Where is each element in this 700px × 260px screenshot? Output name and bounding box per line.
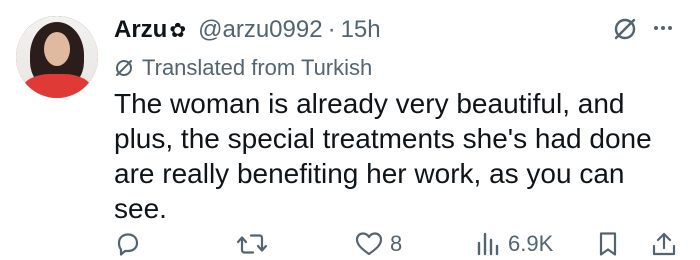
retweet-icon xyxy=(236,234,268,254)
timestamp[interactable]: 15h xyxy=(341,16,381,44)
reply-icon xyxy=(117,233,139,256)
views-button[interactable]: 6.9K xyxy=(474,228,553,260)
action-bar: 8 6.9K xyxy=(0,228,700,260)
grok-icon[interactable] xyxy=(612,16,638,42)
reply-button[interactable] xyxy=(114,228,142,260)
like-count: 8 xyxy=(390,231,403,256)
retweet-button[interactable] xyxy=(236,228,268,260)
heart-icon xyxy=(355,232,383,256)
translated-label: Translated from Turkish xyxy=(142,55,373,80)
like-button[interactable]: 8 xyxy=(354,228,402,260)
views-count: 6.9K xyxy=(508,231,554,256)
flower-icon: ✿ xyxy=(169,19,187,42)
share-icon xyxy=(652,232,676,256)
views-icon xyxy=(477,232,499,256)
translated-notice[interactable]: Translated from Turkish xyxy=(114,52,372,84)
more-icon[interactable] xyxy=(652,22,674,34)
bookmark-button[interactable] xyxy=(596,228,620,260)
tweet-header: Arzu ✿ @arzu0992 · 15h xyxy=(114,10,684,50)
tweet[interactable]: Arzu ✿ @arzu0992 · 15h Translated from T… xyxy=(0,0,700,260)
bookmark-icon xyxy=(599,232,617,256)
separator-dot: · xyxy=(327,16,336,43)
avatar[interactable] xyxy=(16,16,98,98)
handle[interactable]: @arzu0992 xyxy=(198,16,322,44)
display-name[interactable]: Arzu xyxy=(114,16,167,44)
share-button[interactable] xyxy=(650,228,678,260)
translate-icon xyxy=(116,60,132,76)
tweet-text: The woman is already very beautiful, and… xyxy=(114,88,652,224)
